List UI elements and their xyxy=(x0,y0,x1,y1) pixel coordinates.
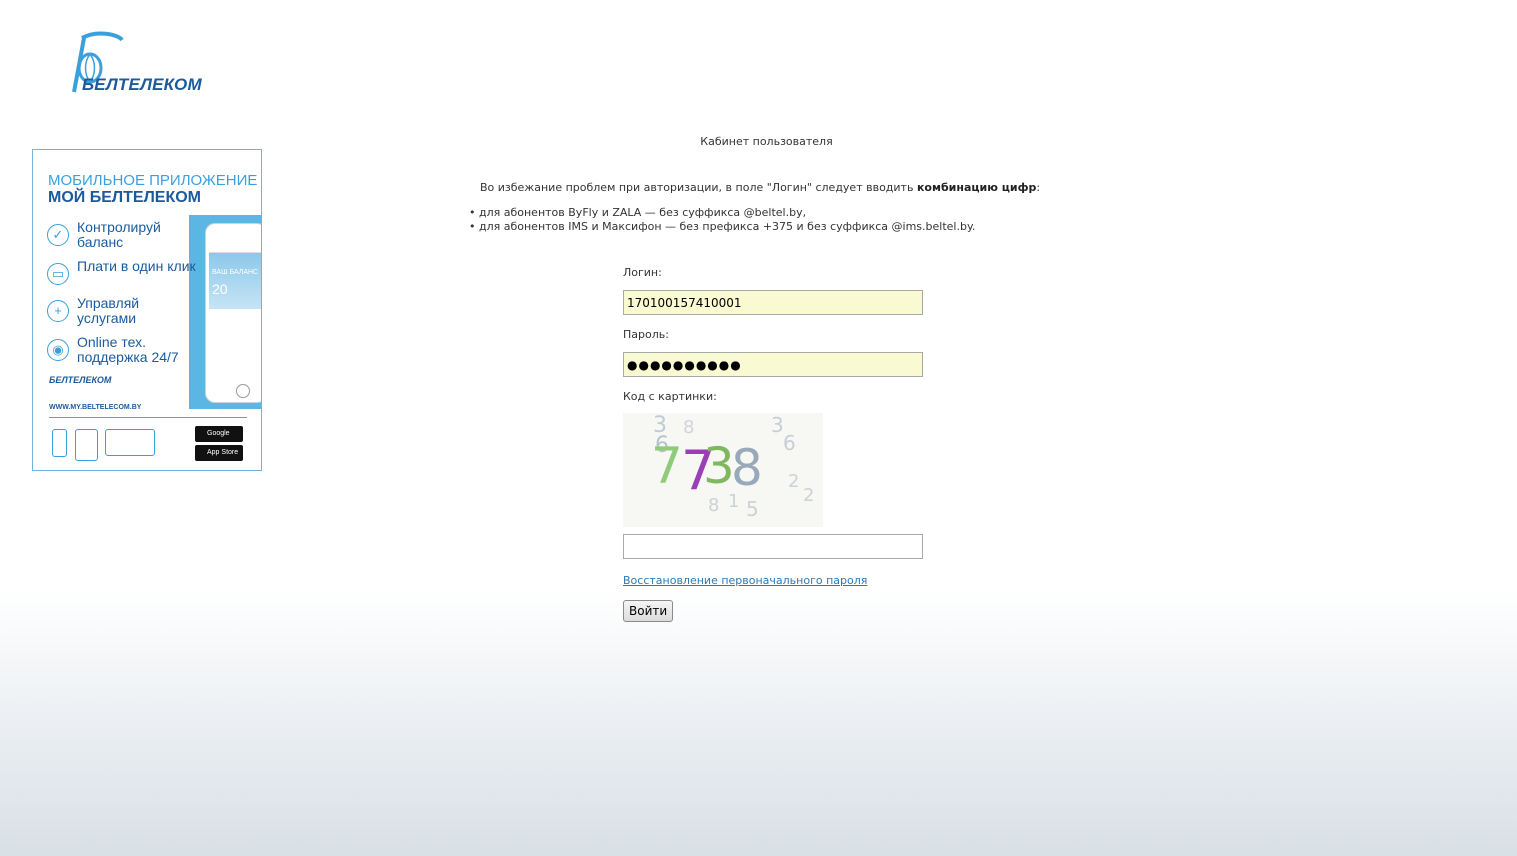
laptop-icon xyxy=(105,429,155,456)
banner-feature-pay: ▭ Плати в один клик xyxy=(47,259,197,285)
app-store-badge[interactable]: App Store xyxy=(195,445,243,461)
banner-url: WWW.MY.BELTELECOM.BY xyxy=(49,404,142,411)
captcha-noise: 8 xyxy=(683,417,695,438)
captcha-input[interactable] xyxy=(623,534,923,559)
captcha-noise: 2 xyxy=(788,471,800,492)
banner-feature-label: Контролируй баланс xyxy=(77,219,161,250)
banner-feature-label: Online тех. поддержка 24/7 xyxy=(77,334,179,365)
captcha-digit: 8 xyxy=(731,439,763,497)
tablet-icon xyxy=(75,429,98,461)
banner-feature-label: Управляй услугами xyxy=(77,295,140,326)
captcha-image: 3 8 3 6 6 2 2 8 1 5 7 7 3 8 xyxy=(623,413,823,527)
logo-text: БЕЛТЕЛЕКОМ xyxy=(82,75,202,94)
plus-icon: + xyxy=(47,300,69,322)
phone-balance-area: ВАШ БАЛАНС 20 xyxy=(209,253,261,309)
notice-tail: : xyxy=(1036,181,1041,194)
login-notice: Во избежание проблем при авторизации, в … xyxy=(480,181,1040,194)
login-label: Логин: xyxy=(623,266,662,279)
phone-screen: ВАШ БАЛАНС 20 xyxy=(209,252,261,378)
mobile-app-banner[interactable]: МОБИЛЬНОЕ ПРИЛОЖЕНИЕ МОЙ БЕЛТЕЛЕКОМ ВАШ … xyxy=(32,149,262,471)
captcha-label: Код с картинки: xyxy=(623,390,717,403)
phone-balance-label: ВАШ БАЛАНС xyxy=(212,269,259,276)
login-submit-button[interactable]: Войти xyxy=(623,600,674,622)
notice-bullet: • для абонентов IMS и Максифон — без пре… xyxy=(469,220,976,233)
checkmark-icon: ✓ xyxy=(47,224,69,246)
banner-title-line1: МОБИЛЬНОЕ ПРИЛОЖЕНИЕ xyxy=(48,172,258,189)
captcha-noise: 3 xyxy=(771,413,784,437)
notice-bold: комбинацию цифр xyxy=(916,181,1037,194)
password-input[interactable] xyxy=(623,352,923,377)
banner-feature-services: + Управляй услугами xyxy=(47,296,197,326)
page-title: Кабинет пользователя xyxy=(700,135,833,148)
card-icon: ▭ xyxy=(47,263,69,285)
banner-feature-support: ◉ Online тех. поддержка 24/7 xyxy=(47,335,197,365)
login-input[interactable] xyxy=(623,290,923,315)
beltelecom-logo[interactable]: БЕЛТЕЛЕКОМ xyxy=(62,30,222,100)
notice-text: Во избежание проблем при авторизации, в … xyxy=(480,181,917,194)
phone-illustration: ВАШ БАЛАНС 20 xyxy=(205,223,261,403)
password-label: Пароль: xyxy=(623,328,669,341)
login-form: Логин: Пароль: Код с картинки: 3 8 3 6 6… xyxy=(623,266,923,622)
notice-bullets: • для абонентов ByFly и ZALA — без суффи… xyxy=(469,206,975,234)
banner-feature-balance: ✓ Контролируй баланс xyxy=(47,220,197,250)
banner-feature-label: Плати в один клик xyxy=(77,258,196,274)
captcha-digit: 7 xyxy=(651,437,683,495)
phone-balance-value: 20 xyxy=(212,281,228,297)
captcha-noise: 5 xyxy=(746,497,759,521)
google-play-badge[interactable]: Google Play xyxy=(195,426,243,453)
banner-logo: БЕЛТЕЛЕКОМ xyxy=(49,375,112,385)
captcha-noise: 2 xyxy=(803,485,815,506)
banner-divider xyxy=(49,417,247,418)
recover-password-link[interactable]: Восстановление первоначального пароля xyxy=(623,574,867,587)
captcha-noise: 6 xyxy=(783,431,796,455)
phone-home-button xyxy=(236,384,250,398)
banner-title-line2: МОЙ БЕЛТЕЛЕКОМ xyxy=(48,189,201,206)
smartphone-icon xyxy=(52,429,67,457)
notice-bullet: • для абонентов ByFly и ZALA — без суффи… xyxy=(469,206,807,219)
eye-icon: ◉ xyxy=(47,339,69,361)
